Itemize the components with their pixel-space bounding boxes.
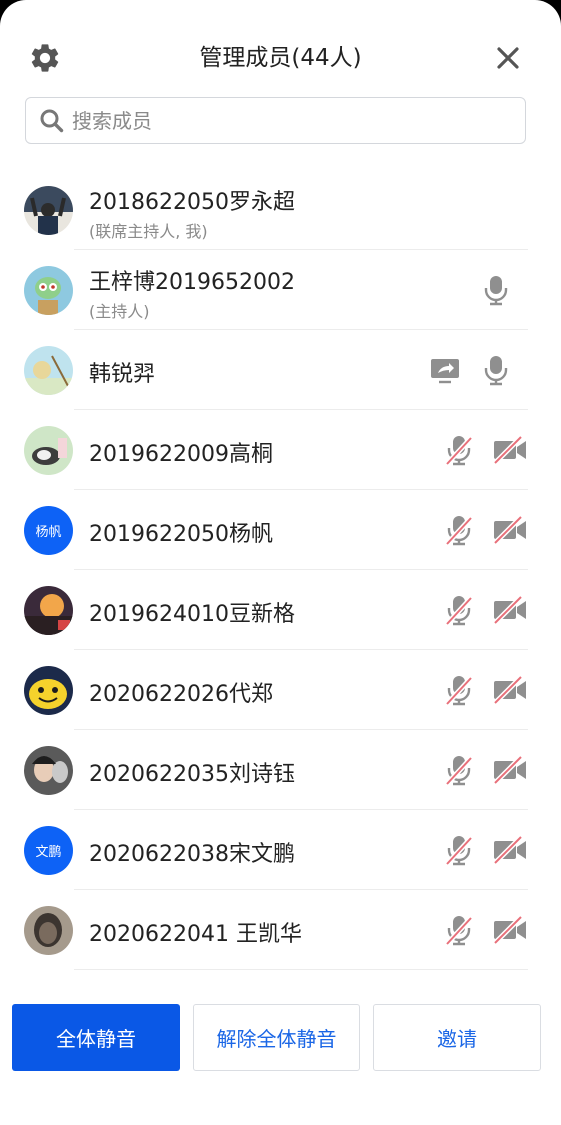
camera-off-icon[interactable] xyxy=(492,432,528,468)
member-name: 2020622041 王凯华 xyxy=(89,922,302,947)
microphone-muted-icon[interactable] xyxy=(441,912,477,948)
avatar xyxy=(24,186,73,235)
avatar: 杨帆 xyxy=(24,506,73,555)
avatar xyxy=(24,666,73,715)
member-role: (主持人) xyxy=(89,302,150,321)
member-name: 韩锐羿 xyxy=(89,362,156,387)
screen-share-icon[interactable] xyxy=(427,352,463,388)
microphone-muted-icon[interactable] xyxy=(441,432,477,468)
member-name: 2020622026代郑 xyxy=(89,682,273,707)
member-name: 2019624010豆新格 xyxy=(89,602,295,627)
member-row[interactable]: 2019624010豆新格 xyxy=(0,570,561,650)
camera-off-icon[interactable] xyxy=(492,512,528,548)
camera-off-icon[interactable] xyxy=(492,832,528,868)
member-row[interactable]: 2018622050罗永超 (联席主持人, 我) xyxy=(0,170,561,250)
camera-off-icon[interactable] xyxy=(492,752,528,788)
member-row[interactable]: 文鹏 2020622038宋文鹏 xyxy=(0,810,561,890)
invite-button[interactable]: 邀请 xyxy=(373,1004,541,1071)
member-row[interactable]: 2020622026代郑 xyxy=(0,650,561,730)
member-list: 2018622050罗永超 (联席主持人, 我) 王梓博2019652002 (… xyxy=(0,170,561,970)
microphone-icon[interactable] xyxy=(478,272,514,308)
member-name: 2019622050杨帆 xyxy=(89,522,273,547)
microphone-icon[interactable] xyxy=(478,352,514,388)
search-box[interactable] xyxy=(25,97,526,144)
avatar xyxy=(24,426,73,475)
avatar xyxy=(24,746,73,795)
member-name: 2020622035刘诗钰 xyxy=(89,762,295,787)
member-row[interactable]: 2020622035刘诗钰 xyxy=(0,730,561,810)
manage-members-panel: 管理成员(44人) 2018622050罗永超 (联席主持人, 我) xyxy=(0,0,561,1125)
member-name: 王梓博2019652002 xyxy=(89,270,295,295)
member-row[interactable]: 王梓博2019652002 (主持人) xyxy=(0,250,561,330)
microphone-muted-icon[interactable] xyxy=(441,752,477,788)
search-icon xyxy=(40,109,64,133)
member-row[interactable]: 2019622009高桐 xyxy=(0,410,561,490)
member-name: 2019622009高桐 xyxy=(89,442,273,467)
member-name: 2020622038宋文鹏 xyxy=(89,842,295,867)
avatar xyxy=(24,346,73,395)
avatar: 文鹏 xyxy=(24,826,73,875)
member-role: (联席主持人, 我) xyxy=(89,222,208,241)
search-input[interactable] xyxy=(70,102,514,140)
avatar xyxy=(24,266,73,315)
unmute-all-button[interactable]: 解除全体静音 xyxy=(193,1004,360,1071)
microphone-muted-icon[interactable] xyxy=(441,832,477,868)
mute-all-button[interactable]: 全体静音 xyxy=(12,1004,180,1071)
member-row[interactable]: 韩锐羿 xyxy=(0,330,561,410)
panel-header: 管理成员(44人) xyxy=(0,0,561,112)
microphone-muted-icon[interactable] xyxy=(441,592,477,628)
avatar xyxy=(24,586,73,635)
microphone-muted-icon[interactable] xyxy=(441,512,477,548)
microphone-muted-icon[interactable] xyxy=(441,672,477,708)
camera-off-icon[interactable] xyxy=(492,912,528,948)
member-row[interactable]: 杨帆 2019622050杨帆 xyxy=(0,490,561,570)
close-icon[interactable] xyxy=(490,40,526,76)
camera-off-icon[interactable] xyxy=(492,592,528,628)
member-name: 2018622050罗永超 xyxy=(89,190,295,215)
page-title: 管理成员(44人) xyxy=(199,45,362,71)
avatar xyxy=(24,906,73,955)
camera-off-icon[interactable] xyxy=(492,672,528,708)
member-row[interactable]: 2020622041 王凯华 xyxy=(0,890,561,970)
